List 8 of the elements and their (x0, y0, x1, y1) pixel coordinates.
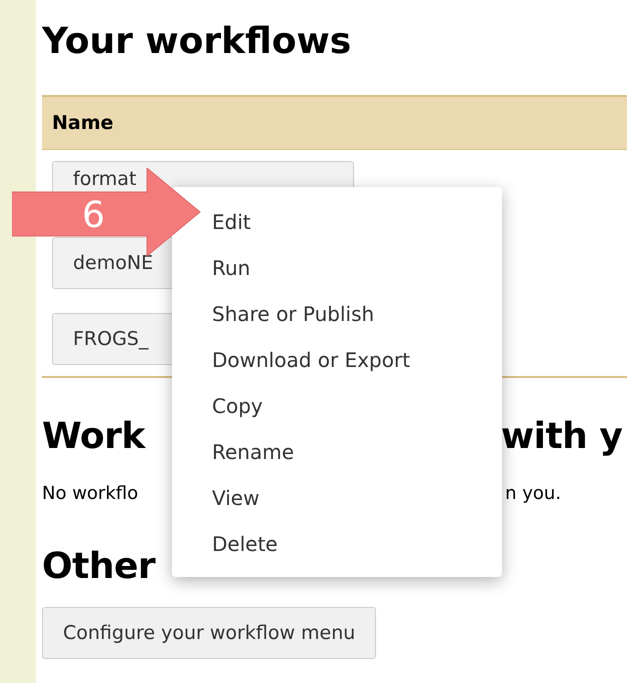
section-title: Work (42, 415, 145, 459)
body-text: No workflo (42, 482, 138, 504)
callout-number: 6 (82, 196, 105, 236)
page-title: Your workflows (42, 20, 352, 64)
body-text: n you. (505, 482, 562, 504)
section-title: Other (42, 545, 156, 589)
section-title: with y (500, 415, 622, 459)
column-header: Name (52, 112, 114, 134)
